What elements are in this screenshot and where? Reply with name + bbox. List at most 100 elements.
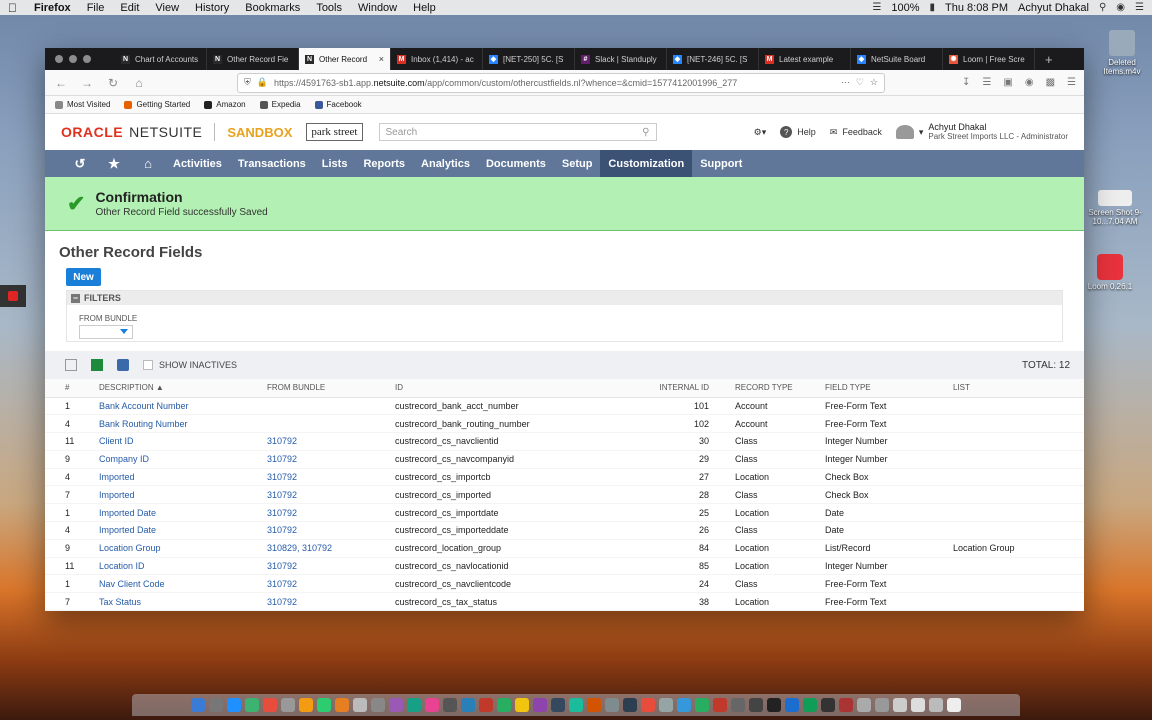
col-header-id[interactable]: ID xyxy=(391,379,623,398)
nav-item-analytics[interactable]: Analytics xyxy=(413,150,478,177)
browser-tab[interactable]: # Slack | Standuply xyxy=(575,48,667,70)
table-row[interactable]: 1 Nav Client Code 310792 custrecord_cs_navc… xyxy=(45,574,1084,594)
dock-app-icon[interactable] xyxy=(911,698,925,712)
dock-app-icon[interactable] xyxy=(335,698,349,712)
home-icon[interactable]: ⌂ xyxy=(131,76,147,90)
export-excel-icon[interactable] xyxy=(91,359,103,371)
fullscreen-window-icon[interactable] xyxy=(83,55,91,63)
new-tab-icon[interactable]: + xyxy=(1035,52,1063,67)
shield-icon[interactable]: ⛨ xyxy=(244,77,251,88)
menubar-clock[interactable]: Thu 8:08 PM xyxy=(945,2,1008,14)
dock-app-icon[interactable] xyxy=(263,698,277,712)
menu-history[interactable]: History xyxy=(195,2,229,14)
dock-app-icon[interactable] xyxy=(533,698,547,712)
reload-icon[interactable]: ↻ xyxy=(105,76,121,90)
cell-description[interactable]: Bank Routing Number xyxy=(95,414,263,434)
cell-description[interactable]: Nav Client Code xyxy=(95,574,263,594)
user-menu[interactable]: ▾ Achyut Dhakal Park Street Imports LLC … xyxy=(895,122,1068,142)
recent-records-icon[interactable]: ⚙▾ xyxy=(754,127,767,138)
sidebar-icon[interactable]: ▣ xyxy=(1003,77,1012,88)
table-row[interactable]: 9 Location Group 310829, 310792 custrecord_… xyxy=(45,539,1084,558)
cell-description[interactable]: Client ID xyxy=(95,432,263,451)
back-icon[interactable]: ← xyxy=(53,76,69,90)
bookmark-item[interactable]: Amazon xyxy=(204,100,246,109)
bookmark-item[interactable]: Most Visited xyxy=(55,100,110,109)
cell-description[interactable]: Company ID xyxy=(95,450,263,469)
wifi-icon[interactable]: ☰ xyxy=(872,2,881,13)
menu-help[interactable]: Help xyxy=(413,2,436,14)
col-header-number[interactable]: # xyxy=(45,379,95,398)
table-row[interactable]: 4 Imported 310792 custrecord_cs_importcb 27 L… xyxy=(45,468,1084,487)
dock-app-icon[interactable] xyxy=(191,698,205,712)
dock-app-icon[interactable] xyxy=(425,698,439,712)
browser-tab[interactable]: N Other Record Fie xyxy=(207,48,299,70)
dock-app-icon[interactable] xyxy=(731,698,745,712)
cell-from-bundle[interactable]: 310792 xyxy=(263,574,391,594)
table-row[interactable]: 1 Imported Date 310792 custrecord_cs_import… xyxy=(45,503,1084,523)
filters-header[interactable]: − FILTERS xyxy=(67,291,1062,305)
table-row[interactable]: 4 Imported Date 310792 custrecord_cs_import… xyxy=(45,521,1084,540)
page-actions-icon[interactable]: ⋯ xyxy=(841,77,850,88)
dock-app-icon[interactable] xyxy=(587,698,601,712)
battery-icon[interactable]: ▮ xyxy=(930,2,936,13)
cell-description[interactable]: Location Group xyxy=(95,539,263,558)
browser-tab[interactable]: ✺ Loom | Free Scre xyxy=(943,48,1035,70)
cell-from-bundle[interactable]: 310792 xyxy=(263,450,391,469)
browser-tab[interactable]: ◆ [NET-250] 5C. [S xyxy=(483,48,575,70)
dock-app-icon[interactable] xyxy=(227,698,241,712)
new-button[interactable]: New xyxy=(66,268,101,286)
oracle-logo[interactable]: ORACLE xyxy=(61,124,123,140)
dock-app-icon[interactable] xyxy=(893,698,907,712)
recent-icon[interactable]: ↺ xyxy=(63,156,97,172)
dock-app-icon[interactable] xyxy=(209,698,223,712)
dock-app-icon[interactable] xyxy=(551,698,565,712)
cell-from-bundle[interactable]: 310792 xyxy=(263,503,391,523)
dock-app-icon[interactable] xyxy=(389,698,403,712)
show-inactives-checkbox[interactable] xyxy=(143,360,153,370)
menu-app-name[interactable]: Firefox xyxy=(34,2,71,14)
table-row[interactable]: 7 Imported 310792 custrecord_cs_imported 28 C… xyxy=(45,485,1084,505)
col-header-record-type[interactable]: RECORD TYPE xyxy=(713,379,821,398)
bookmark-item[interactable]: Getting Started xyxy=(124,100,190,109)
menu-edit[interactable]: Edit xyxy=(120,2,139,14)
cell-from-bundle[interactable] xyxy=(263,414,391,434)
col-header-from-bundle[interactable]: FROM BUNDLE xyxy=(263,379,391,398)
table-row[interactable]: 4 Bank Routing Number custrecord_bank_rout… xyxy=(45,414,1084,434)
browser-tab[interactable]: ◆ [NET-246] 5C. [S xyxy=(667,48,759,70)
forward-icon[interactable]: → xyxy=(79,76,95,90)
dock-app-icon[interactable] xyxy=(371,698,385,712)
export-csv-icon[interactable] xyxy=(65,359,77,371)
close-window-icon[interactable] xyxy=(55,55,63,63)
cell-description[interactable]: Imported xyxy=(95,485,263,505)
menubar-user[interactable]: Achyut Dhakal xyxy=(1018,2,1089,14)
recording-indicator[interactable] xyxy=(0,285,26,307)
table-row[interactable]: 7 Tax Status 310792 custrecord_cs_tax_statu… xyxy=(45,592,1084,611)
browser-tab[interactable]: M Inbox (1,414) - ac xyxy=(391,48,483,70)
desktop-deleted-items[interactable]: Deleted Items.m4v xyxy=(1092,30,1152,76)
pocket-icon[interactable]: ♡ xyxy=(856,77,864,88)
cell-description[interactable]: Bank Account Number xyxy=(95,397,263,416)
dock-app-icon[interactable] xyxy=(929,698,943,712)
dock-app-icon[interactable] xyxy=(317,698,331,712)
dock-app-icon[interactable] xyxy=(299,698,313,712)
from-bundle-select[interactable] xyxy=(79,325,133,339)
lock-icon[interactable]: 🔒 xyxy=(257,77,268,88)
netsuite-logo[interactable]: NETSUITE xyxy=(129,124,202,140)
cell-from-bundle[interactable]: 310792 xyxy=(263,557,391,576)
close-tab-icon[interactable]: × xyxy=(379,54,384,64)
cell-from-bundle[interactable]: 310792 xyxy=(263,468,391,487)
dock-app-icon[interactable] xyxy=(875,698,889,712)
dock-app-icon[interactable] xyxy=(641,698,655,712)
dock-app-icon[interactable] xyxy=(605,698,619,712)
dock-app-icon[interactable] xyxy=(803,698,817,712)
apple-icon[interactable]:  xyxy=(8,1,22,15)
menu-window[interactable]: Window xyxy=(358,2,397,14)
bookmark-item[interactable]: Expedia xyxy=(259,100,301,109)
cell-description[interactable]: Imported Date xyxy=(95,503,263,523)
dock-app-icon[interactable] xyxy=(767,698,781,712)
hamburger-menu-icon[interactable]: ☰ xyxy=(1067,77,1076,88)
search-icon[interactable]: ⚲ xyxy=(1099,2,1106,13)
dock-app-icon[interactable] xyxy=(749,698,763,712)
col-header-internal-id[interactable]: INTERNAL ID xyxy=(623,379,713,398)
print-icon[interactable] xyxy=(117,359,129,371)
